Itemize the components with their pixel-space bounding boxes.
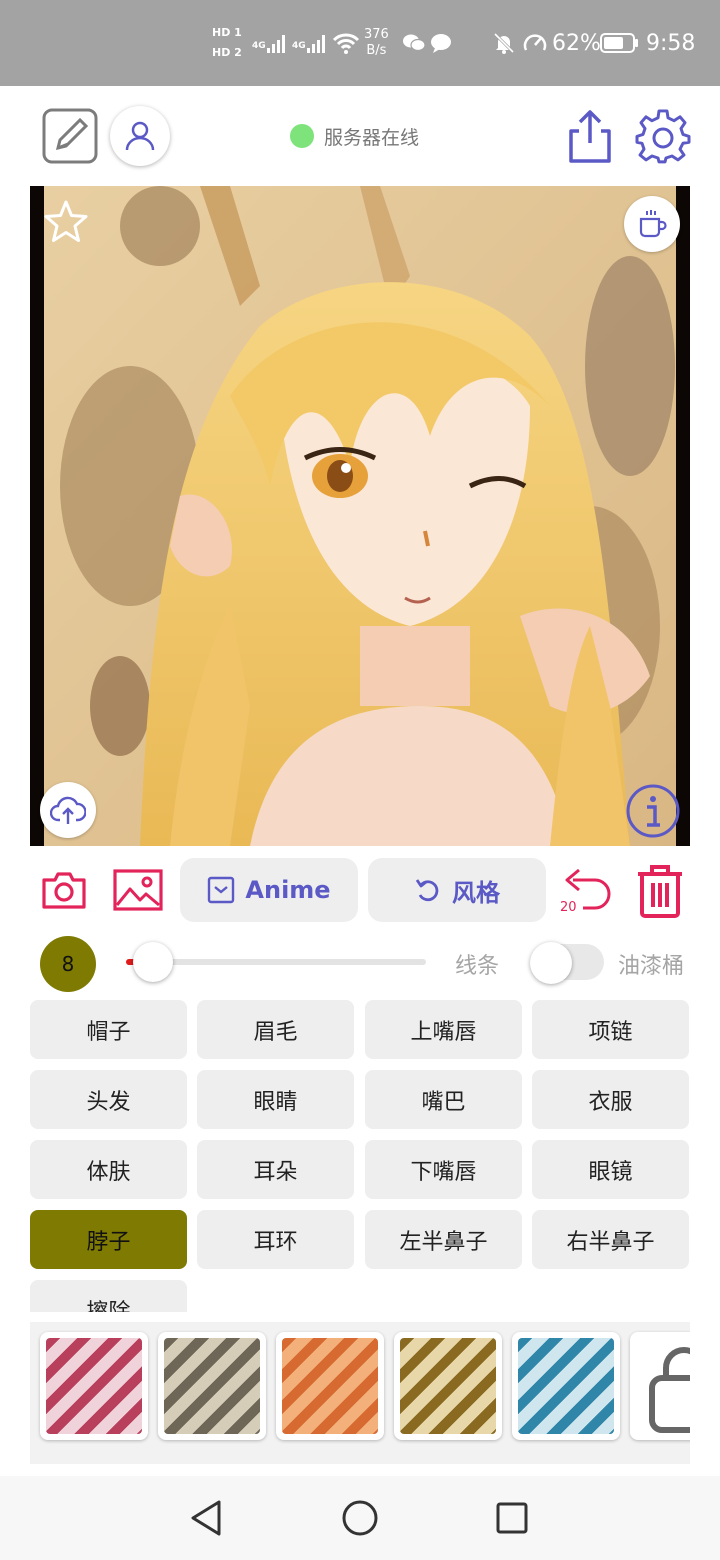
- info-icon: [626, 784, 680, 838]
- home-button[interactable]: [336, 1496, 384, 1540]
- style-swatch[interactable]: [512, 1332, 620, 1440]
- part-button[interactable]: 体肤: [30, 1140, 187, 1199]
- part-button[interactable]: 上嘴唇: [365, 1000, 522, 1059]
- home-circle-icon: [342, 1500, 378, 1536]
- sim1-label: HD 1: [212, 26, 242, 39]
- coffee-cup-icon: [639, 210, 667, 238]
- settings-button[interactable]: [634, 108, 692, 166]
- net2-label: 4G: [292, 41, 306, 51]
- camera-icon: [42, 872, 86, 909]
- bucket-toggle-knob[interactable]: [530, 942, 572, 984]
- sim2-label: HD 2: [212, 46, 242, 59]
- blue-style-preview: [518, 1338, 614, 1434]
- part-button[interactable]: 脖子: [30, 1210, 187, 1269]
- server-status-text: 服务器在线: [324, 126, 420, 149]
- back-triangle-icon: [191, 1500, 221, 1536]
- style-palette: [30, 1322, 690, 1464]
- net-speed: 376 B/s: [364, 0, 389, 86]
- part-button[interactable]: 帽子: [30, 1000, 187, 1059]
- style-swatch[interactable]: [394, 1332, 502, 1440]
- style-swatch[interactable]: [158, 1332, 266, 1440]
- brush-size-slider-thumb[interactable]: [133, 942, 173, 982]
- edit-square-icon: [42, 108, 98, 164]
- bucket-mode-label: 油漆桶: [618, 954, 685, 979]
- delete-button[interactable]: [632, 862, 688, 920]
- part-button[interactable]: 头发: [30, 1070, 187, 1129]
- anime-mode-label: Anime: [245, 876, 331, 904]
- battery-icon: [600, 0, 640, 86]
- message-icon: [430, 0, 452, 86]
- speed-gauge-icon: [522, 0, 548, 86]
- brush-size-indicator: 8: [40, 936, 96, 992]
- system-nav-bar: [0, 1476, 720, 1560]
- camera-button[interactable]: [40, 866, 88, 914]
- anime-mode-button[interactable]: Anime: [180, 858, 358, 922]
- mute-bell-icon: [492, 0, 516, 86]
- recents-square-icon: [496, 1502, 528, 1534]
- server-status: 服务器在线: [290, 121, 419, 151]
- edit-image-button[interactable]: [42, 108, 98, 164]
- net1-label: 4G: [252, 41, 266, 51]
- style-swatch[interactable]: [40, 1332, 148, 1440]
- clock: 9:58: [646, 30, 696, 56]
- recents-button[interactable]: [488, 1496, 536, 1540]
- part-button[interactable]: 眼睛: [197, 1070, 354, 1129]
- server-status-dot: [290, 124, 314, 148]
- share-icon: [569, 110, 611, 163]
- part-button[interactable]: 左半鼻子: [365, 1210, 522, 1269]
- part-button[interactable]: 眼镜: [532, 1140, 689, 1199]
- crimson-style-preview: [46, 1338, 142, 1434]
- ochre-style-preview: [400, 1338, 496, 1434]
- trash-icon: [638, 865, 682, 918]
- upload-button[interactable]: [40, 782, 96, 838]
- gear-icon: [635, 109, 691, 164]
- signal-1-icon: 4G: [252, 0, 288, 86]
- net-speed-value: 376: [364, 27, 389, 42]
- signal-2-icon: 4G: [292, 0, 328, 86]
- part-button[interactable]: 衣服: [532, 1070, 689, 1129]
- info-button[interactable]: [624, 782, 682, 840]
- line-mode-label: 线条: [455, 954, 500, 979]
- undo-count: 20: [560, 900, 577, 915]
- part-button[interactable]: 嘴巴: [365, 1070, 522, 1129]
- share-button[interactable]: [562, 108, 618, 166]
- part-button[interactable]: 耳朵: [197, 1140, 354, 1199]
- wifi-icon: [332, 0, 360, 86]
- mode-box-icon: [208, 876, 235, 904]
- anime-artwork: [30, 186, 690, 846]
- grey-style-preview: [164, 1338, 260, 1434]
- wechat-icon: [402, 0, 426, 86]
- profile-button[interactable]: [110, 106, 170, 166]
- part-button[interactable]: 耳环: [197, 1210, 354, 1269]
- undo-button[interactable]: 20: [558, 862, 616, 918]
- favorite-button[interactable]: [42, 198, 90, 246]
- refresh-icon: [415, 879, 439, 902]
- locked-style-swatch[interactable]: [630, 1332, 690, 1440]
- orange-style-preview: [282, 1338, 378, 1434]
- status-bar: HD 1 HD 2 4G 4G 376 B/s 62% 9:58: [0, 0, 720, 86]
- coffee-button[interactable]: [624, 196, 680, 252]
- battery-percent: 62%: [552, 30, 601, 56]
- image-icon: [113, 869, 163, 911]
- part-button[interactable]: 眉毛: [197, 1000, 354, 1059]
- part-button[interactable]: 右半鼻子: [532, 1210, 689, 1269]
- part-button[interactable]: 项链: [532, 1000, 689, 1059]
- style-button[interactable]: 风格: [368, 858, 546, 922]
- drawing-canvas[interactable]: [30, 186, 690, 846]
- lock-icon: [649, 1347, 690, 1433]
- cloud-upload-icon: [50, 796, 86, 824]
- back-button[interactable]: [182, 1496, 230, 1540]
- net-speed-unit: B/s: [366, 43, 387, 58]
- user-icon: [125, 121, 155, 151]
- part-button[interactable]: 擦除: [30, 1280, 187, 1312]
- style-button-label: 风格: [452, 878, 500, 907]
- part-button[interactable]: 下嘴唇: [365, 1140, 522, 1199]
- gallery-button[interactable]: [112, 866, 164, 914]
- sim-indicators: HD 1 HD 2: [212, 0, 242, 86]
- face-part-grid: 帽子 眉毛 上嘴唇 项链头发 眼睛 嘴巴 衣服体肤 耳朵 下嘴唇 眼镜脖子 耳环 左半鼻子 右半鼻子擦除: [30, 1000, 690, 1312]
- star-icon: [44, 200, 88, 242]
- style-swatch[interactable]: [276, 1332, 384, 1440]
